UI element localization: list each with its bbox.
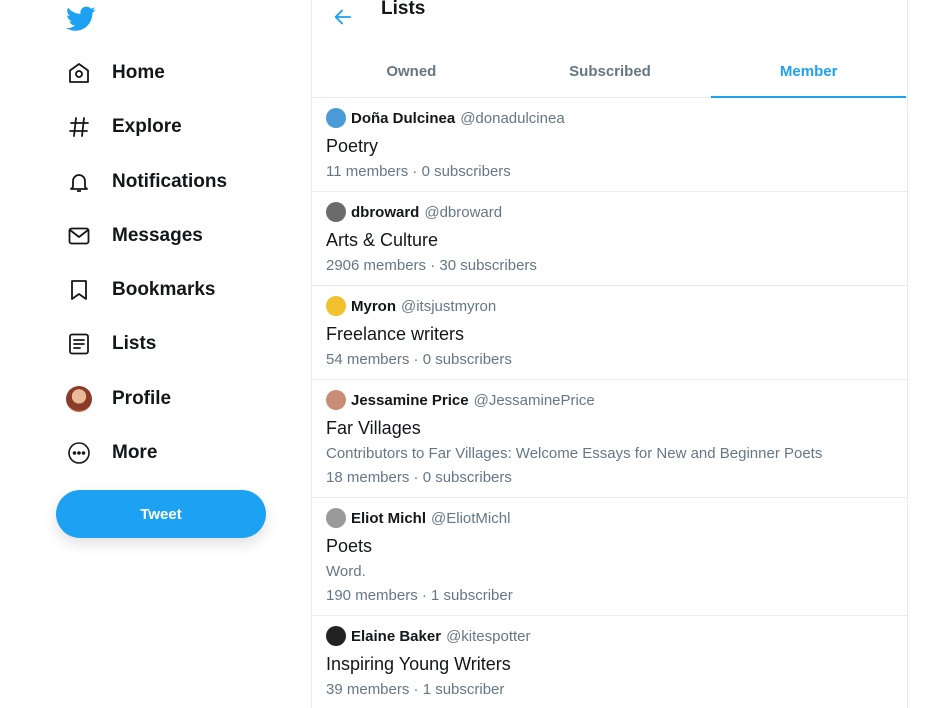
owner-handle: @kitespotter bbox=[446, 627, 531, 645]
avatar bbox=[326, 296, 346, 316]
nav-profile[interactable]: Profile bbox=[56, 377, 171, 421]
tab-owned[interactable]: Owned bbox=[312, 46, 511, 97]
avatar bbox=[326, 626, 346, 646]
nav-notifications[interactable]: Notifications bbox=[56, 160, 227, 204]
list-name: Arts & Culture bbox=[326, 230, 439, 250]
list-item[interactable]: Myron @itsjustmyron Freelance writers 54 me… bbox=[312, 286, 908, 380]
owner-name: Eliot Michl bbox=[351, 509, 426, 527]
list-item[interactable]: Doña Dulcinea @donadulcinea Poetry 11 membe… bbox=[312, 98, 908, 192]
nav-profile-label: Profile bbox=[112, 388, 172, 409]
avatar bbox=[326, 108, 346, 128]
home-icon bbox=[66, 60, 92, 86]
nav-home[interactable]: Home bbox=[56, 51, 165, 95]
owner-handle: @JessaminePrice bbox=[473, 391, 595, 409]
list-name: Far Villages bbox=[326, 418, 421, 438]
page-header: Lists bbox=[312, 0, 908, 40]
owner-name: dbroward bbox=[351, 203, 420, 221]
list-item[interactable]: dbroward @dbroward Arts & Culture 2906 memb… bbox=[312, 192, 908, 286]
avatar bbox=[326, 202, 346, 222]
nav-bookmarks[interactable]: Bookmarks bbox=[56, 268, 216, 312]
avatar bbox=[66, 386, 92, 412]
lists-container: Doña Dulcinea @donadulcinea Poetry 11 membe… bbox=[312, 98, 908, 708]
list-item[interactable]: Elaine Baker @kitespotter Inspiring Young … bbox=[312, 616, 908, 708]
bell-icon bbox=[66, 169, 92, 195]
page-title: Lists bbox=[381, 0, 426, 19]
list-name: Poetry bbox=[326, 136, 379, 156]
list-owner: Elaine Baker @kitespotter bbox=[326, 626, 894, 646]
bookmark-icon bbox=[66, 277, 92, 303]
list-name: Inspiring Young Writers bbox=[326, 654, 511, 674]
list-stats: 2906 members · 30 subscribers bbox=[326, 257, 537, 274]
list-owner: Doña Dulcinea @donadulcinea bbox=[326, 108, 894, 128]
nav-more-label: More bbox=[112, 442, 158, 463]
nav-explore-label: Explore bbox=[112, 116, 182, 137]
list-item[interactable]: Jessamine Price @JessaminePrice Far Villag… bbox=[312, 380, 908, 498]
owner-name: Elaine Baker bbox=[351, 627, 442, 645]
avatar bbox=[326, 508, 346, 528]
nav-messages[interactable]: Messages bbox=[56, 214, 203, 258]
nav-home-label: Home bbox=[112, 62, 165, 83]
nav-messages-label: Messages bbox=[112, 225, 203, 246]
list-owner: dbroward @dbroward bbox=[326, 202, 894, 222]
owner-handle: @donadulcinea bbox=[460, 109, 565, 127]
nav-explore[interactable]: Explore bbox=[56, 105, 182, 149]
nav-lists[interactable]: Lists bbox=[56, 322, 156, 366]
owner-handle: @dbroward bbox=[424, 203, 503, 221]
tab-bar: Owned Subscribed Member bbox=[312, 46, 908, 98]
avatar bbox=[326, 390, 346, 410]
hashtag-icon bbox=[66, 114, 92, 140]
nav-lists-label: Lists bbox=[112, 333, 157, 354]
list-stats: 54 members · 0 subscribers bbox=[326, 351, 512, 368]
list-stats: 11 members · 0 subscribers bbox=[326, 163, 511, 180]
envelope-icon bbox=[66, 223, 92, 249]
list-description: Contributors to Far Villages: Welcome Es… bbox=[326, 445, 823, 462]
owner-name: Jessamine Price bbox=[351, 391, 469, 409]
owner-name: Doña Dulcinea bbox=[351, 109, 456, 127]
back-arrow-icon[interactable] bbox=[332, 6, 354, 28]
list-owner: Myron @itsjustmyron bbox=[326, 296, 894, 316]
list-icon bbox=[66, 331, 92, 357]
tab-subscribed[interactable]: Subscribed bbox=[511, 46, 710, 97]
list-stats: 18 members · 0 subscribers bbox=[326, 469, 512, 486]
main-column: Lists Owned Subscribed Member Doña Dulci… bbox=[311, 0, 908, 708]
sidebar: Home Explore Notifications Messages Book… bbox=[0, 0, 311, 708]
nav-more[interactable]: More bbox=[56, 431, 157, 475]
owner-name: Myron bbox=[351, 297, 396, 315]
tab-member[interactable]: Member bbox=[709, 46, 908, 98]
more-icon bbox=[66, 440, 92, 466]
owner-handle: @itsjustmyron bbox=[401, 297, 497, 315]
list-name: Freelance writers bbox=[326, 324, 465, 344]
list-name: Poets bbox=[326, 536, 373, 556]
nav-notifications-label: Notifications bbox=[112, 171, 228, 192]
list-item[interactable]: Eliot Michl @EliotMichl Poets Word. 190 memb… bbox=[312, 498, 908, 616]
list-description: Word. bbox=[326, 563, 366, 580]
nav-bookmarks-label: Bookmarks bbox=[112, 279, 216, 300]
owner-handle: @EliotMichl bbox=[431, 509, 511, 527]
tweet-button[interactable]: Tweet bbox=[56, 490, 266, 538]
list-owner: Eliot Michl @EliotMichl bbox=[326, 508, 894, 528]
list-stats: 39 members · 1 subscriber bbox=[326, 681, 505, 698]
list-stats: 190 members · 1 subscriber bbox=[326, 587, 513, 604]
bird-icon[interactable] bbox=[66, 6, 96, 32]
list-owner: Jessamine Price @JessaminePrice bbox=[326, 390, 894, 410]
